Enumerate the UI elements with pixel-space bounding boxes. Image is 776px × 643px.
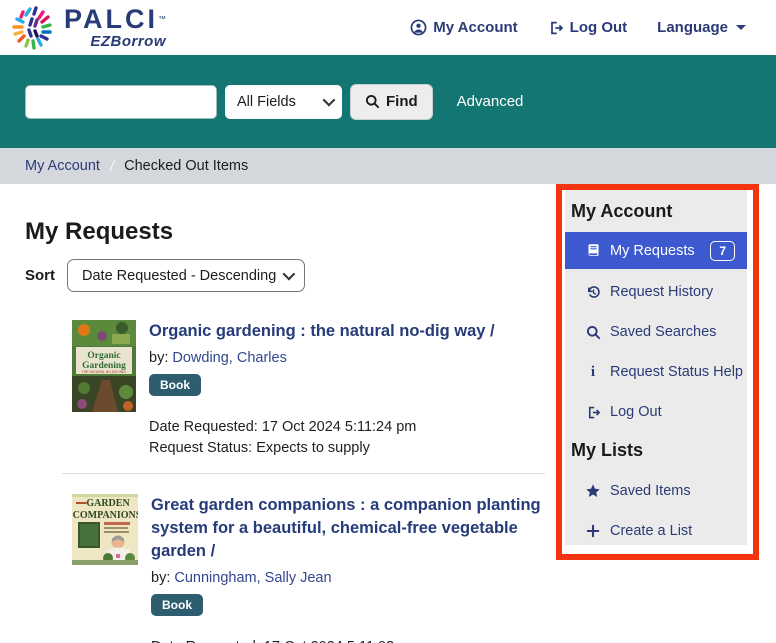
top-nav: My Account Log Out Language bbox=[410, 19, 746, 36]
format-badge: Book bbox=[151, 594, 203, 616]
search-icon bbox=[365, 94, 380, 109]
sidebar-item-create-a-list[interactable]: Create a List bbox=[565, 511, 747, 551]
brand-logo[interactable]: PALCI™ EZBorrow bbox=[10, 5, 166, 51]
sidebar-lists-heading: My Lists bbox=[571, 440, 644, 460]
sidebar-item-log-out[interactable]: Log Out bbox=[565, 392, 747, 432]
account-sidebar: My Account My Requests 7 Request History… bbox=[565, 190, 747, 545]
sort-select[interactable]: Date Requested - Descending bbox=[67, 259, 305, 292]
nav-language-label: Language bbox=[657, 19, 728, 36]
book-icon bbox=[585, 243, 601, 258]
top-header: PALCI™ EZBorrow My Account Log Out Langu… bbox=[0, 0, 776, 55]
sidebar-item-request-status-help[interactable]: i Request Status Help bbox=[565, 352, 747, 392]
chevron-down-icon bbox=[282, 267, 296, 281]
sidebar-item-request-history[interactable]: Request History bbox=[565, 272, 747, 312]
search-band: All Fields Find Advanced bbox=[0, 55, 776, 148]
book-cover-thumbnail[interactable]: GARDEN COMPANIONS bbox=[72, 494, 138, 643]
brand-name: PALCI bbox=[64, 4, 158, 34]
sidebar-item-label: Request Status Help bbox=[610, 364, 743, 380]
history-icon bbox=[585, 285, 601, 300]
record-body: Great garden companions : a companion pl… bbox=[151, 494, 545, 643]
record-title-link[interactable]: Great garden companions : a companion pl… bbox=[151, 494, 545, 563]
search-field-select[interactable]: All Fields bbox=[225, 84, 342, 119]
svg-text:COMPANIONS: COMPANIONS bbox=[73, 510, 138, 521]
record-body: Organic gardening : the natural no-dig w… bbox=[149, 320, 545, 459]
breadcrumb-current-page: Checked Out Items bbox=[124, 158, 249, 174]
brand-subtitle: EZBorrow bbox=[90, 33, 166, 50]
format-badge: Book bbox=[149, 374, 201, 396]
date-requested-line: Date Requested: 17 Oct 2024 5:11:03 pm bbox=[151, 637, 545, 643]
sign-out-icon bbox=[548, 20, 564, 36]
sidebar-item-label: Saved Searches bbox=[610, 324, 717, 340]
info-icon: i bbox=[590, 363, 596, 380]
brand-trademark: ™ bbox=[158, 14, 166, 24]
nav-log-out-label: Log Out bbox=[569, 19, 628, 36]
record-title-link[interactable]: Organic gardening : the natural no-dig w… bbox=[149, 320, 545, 343]
request-status-line: Request Status: Expects to supply bbox=[149, 440, 370, 456]
breadcrumb-my-account-link[interactable]: My Account bbox=[25, 158, 100, 174]
sidebar-item-label: Log Out bbox=[610, 404, 662, 420]
palci-pinwheel-icon bbox=[10, 5, 56, 51]
sidebar-account-heading: My Account bbox=[571, 201, 673, 221]
sidebar-lists-menu: Saved Items Create a List bbox=[565, 471, 747, 551]
by-label: by: bbox=[149, 350, 169, 366]
search-icon bbox=[585, 325, 601, 340]
chevron-down-icon bbox=[322, 93, 336, 107]
star-icon bbox=[585, 483, 601, 499]
request-count-badge: 7 bbox=[710, 240, 735, 261]
sidebar-item-label: Saved Items bbox=[610, 483, 691, 499]
date-requested-line: Date Requested: 17 Oct 2024 5:11:24 pm bbox=[149, 419, 417, 435]
author-link[interactable]: Cunningham, Sally Jean bbox=[174, 570, 331, 586]
user-circle-icon bbox=[410, 19, 427, 36]
sidebar-item-saved-items[interactable]: Saved Items bbox=[565, 471, 747, 511]
breadcrumb: My Account / Checked Out Items bbox=[0, 148, 776, 184]
sidebar-item-my-requests[interactable]: My Requests 7 bbox=[565, 232, 747, 269]
sidebar-item-saved-searches[interactable]: Saved Searches bbox=[565, 312, 747, 352]
find-button[interactable]: Find bbox=[350, 83, 433, 120]
sign-out-icon bbox=[585, 405, 601, 420]
svg-text:GARDEN: GARDEN bbox=[86, 498, 130, 509]
record-byline: by: Cunningham, Sally Jean bbox=[151, 570, 545, 586]
nav-my-account[interactable]: My Account bbox=[410, 19, 518, 36]
plus-icon bbox=[585, 524, 601, 538]
sort-selected-value: Date Requested - Descending bbox=[82, 267, 277, 284]
advanced-search-link[interactable]: Advanced bbox=[457, 93, 524, 110]
date-requested-value: 17 Oct 2024 5:11:24 pm bbox=[261, 419, 417, 435]
by-label: by: bbox=[151, 570, 171, 586]
sort-label: Sort bbox=[25, 267, 55, 284]
request-list: Organic Gardening THE NATURAL NO-DIG WAY… bbox=[62, 310, 545, 643]
nav-log-out[interactable]: Log Out bbox=[548, 19, 627, 36]
find-button-label: Find bbox=[386, 93, 418, 110]
sidebar-item-label: My Requests bbox=[610, 242, 695, 259]
record-byline: by: Dowding, Charles bbox=[149, 350, 545, 366]
sidebar-item-label: Request History bbox=[610, 284, 714, 300]
author-link[interactable]: Dowding, Charles bbox=[172, 350, 286, 366]
record-meta: Date Requested: 17 Oct 2024 5:11:03 pm R… bbox=[151, 637, 545, 643]
nav-my-account-label: My Account bbox=[433, 19, 518, 36]
request-list-item: GARDEN COMPANIONS Great garden companion… bbox=[62, 473, 545, 643]
sidebar-account-menu: My Requests 7 Request History Saved Sear… bbox=[565, 232, 747, 432]
sidebar-item-label: Create a List bbox=[610, 523, 693, 539]
svg-text:THE NATURAL NO-DIG WAY: THE NATURAL NO-DIG WAY bbox=[82, 370, 127, 374]
brand-text: PALCI™ EZBorrow bbox=[64, 4, 166, 50]
caret-down-icon bbox=[736, 25, 746, 30]
request-status-value: Expects to supply bbox=[256, 440, 370, 456]
record-meta: Date Requested: 17 Oct 2024 5:11:24 pm R… bbox=[149, 417, 545, 459]
date-requested-value: 17 Oct 2024 5:11:03 pm bbox=[264, 639, 419, 643]
breadcrumb-separator: / bbox=[108, 157, 116, 175]
svg-text:Organic: Organic bbox=[87, 351, 120, 361]
book-cover-thumbnail[interactable]: Organic Gardening THE NATURAL NO-DIG WAY bbox=[72, 320, 136, 459]
search-input[interactable] bbox=[25, 84, 217, 119]
request-list-item: Organic Gardening THE NATURAL NO-DIG WAY… bbox=[62, 310, 545, 473]
search-field-selected-value: All Fields bbox=[237, 93, 296, 110]
nav-language-dropdown[interactable]: Language bbox=[657, 19, 746, 36]
page: PALCI™ EZBorrow My Account Log Out Langu… bbox=[0, 0, 776, 643]
